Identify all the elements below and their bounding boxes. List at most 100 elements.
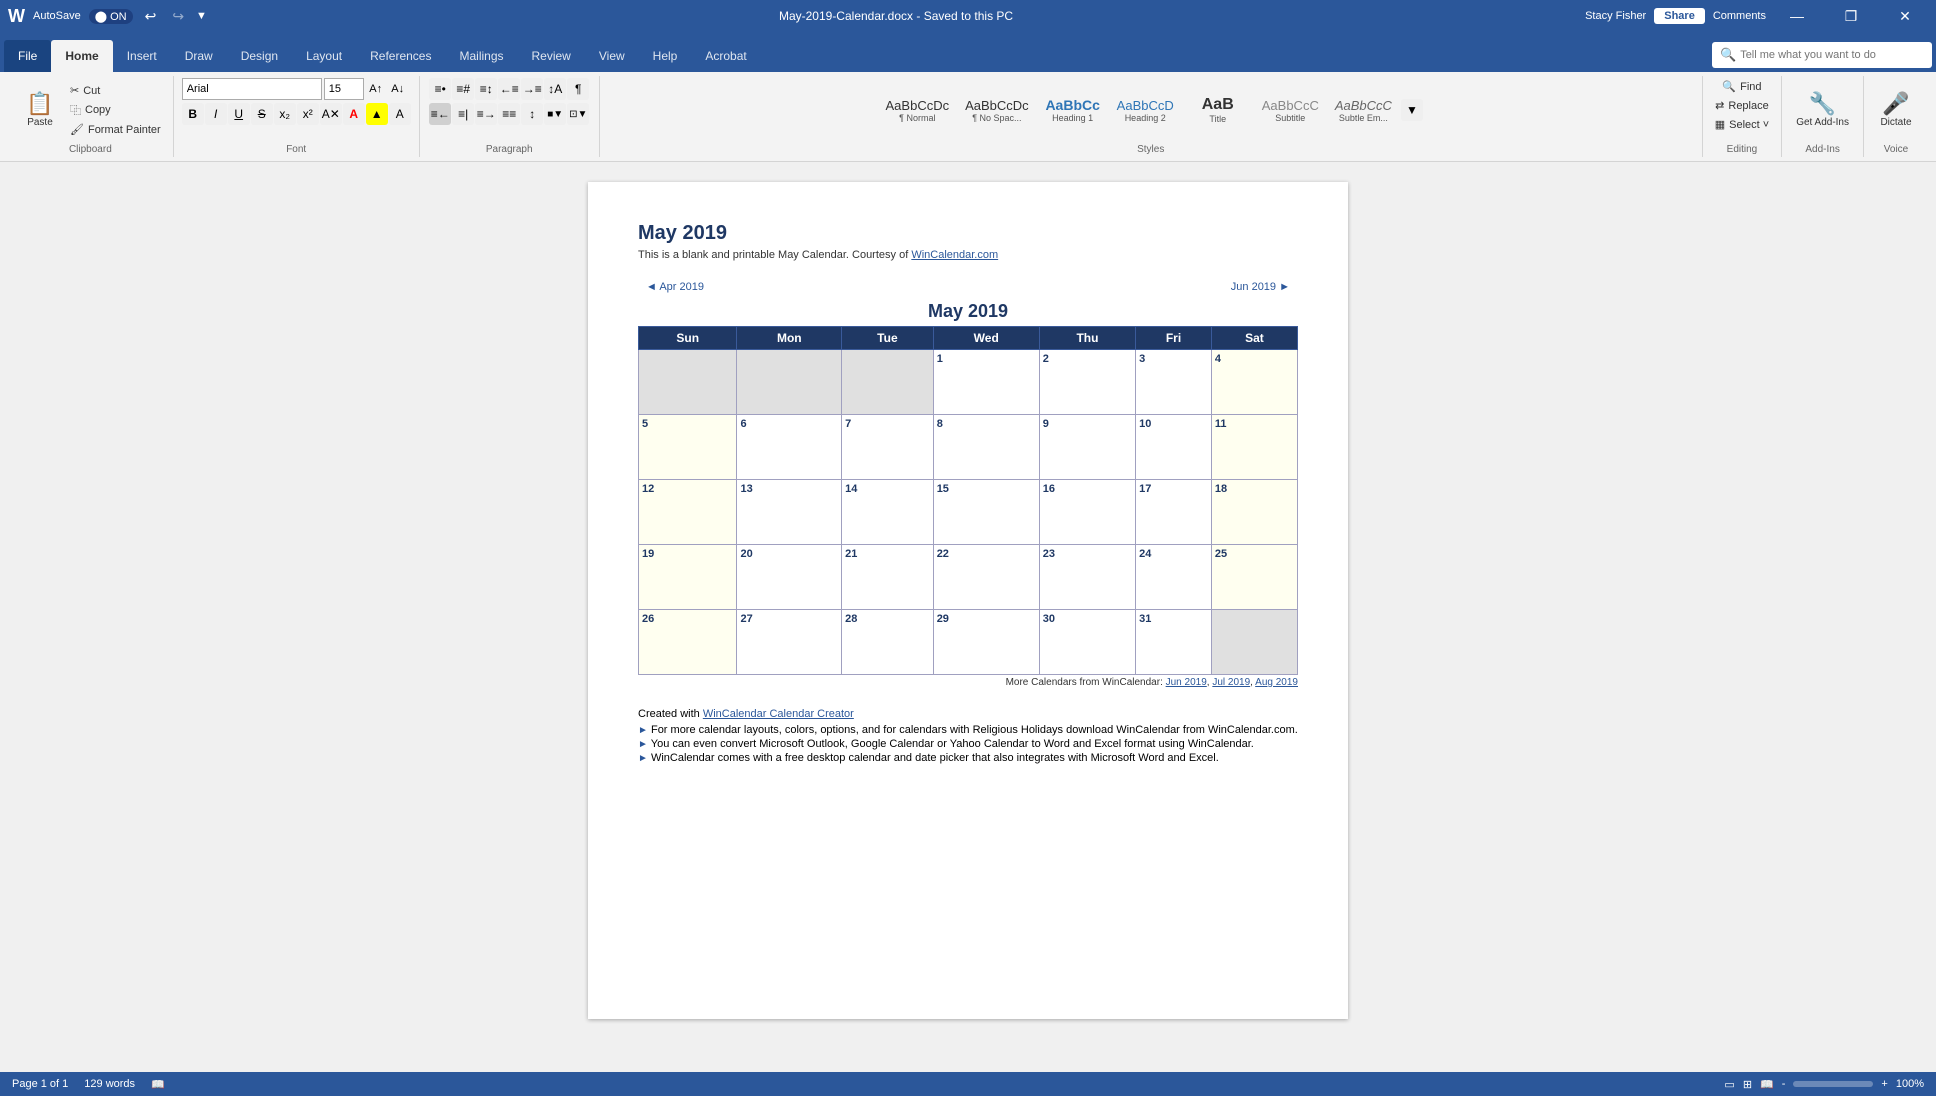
decrease-font-btn[interactable]: A↓ xyxy=(388,78,408,100)
increase-font-btn[interactable]: A↑ xyxy=(366,78,386,100)
clear-format-btn[interactable]: A✕ xyxy=(320,103,342,125)
cal-cell-5-6[interactable]: 31 xyxy=(1136,610,1212,675)
font-size-input[interactable] xyxy=(324,78,364,100)
cal-jul-link[interactable]: Jul 2019 xyxy=(1212,677,1250,688)
border-btn[interactable]: ⊡▼ xyxy=(567,103,589,125)
undo-btn[interactable]: ↩ xyxy=(141,8,161,25)
text-color-btn[interactable]: A xyxy=(343,103,365,125)
cal-cell-1-6[interactable]: 3 xyxy=(1136,350,1212,415)
dictate-button[interactable]: 🎤 Dictate xyxy=(1872,80,1920,140)
cal-cell-1-2[interactable] xyxy=(737,350,842,415)
tab-layout[interactable]: Layout xyxy=(292,40,356,72)
cal-cell-5-7[interactable] xyxy=(1211,610,1297,675)
cal-cell-4-7[interactable]: 25 xyxy=(1211,545,1297,610)
font-color-btn[interactable]: A xyxy=(389,103,411,125)
cal-cell-2-2[interactable]: 6 xyxy=(737,415,842,480)
style-subtleem[interactable]: AaBbCcC Subtle Em... xyxy=(1328,95,1399,126)
cal-cell-4-5[interactable]: 23 xyxy=(1039,545,1135,610)
maximize-btn[interactable]: ❐ xyxy=(1828,0,1874,32)
align-right-btn[interactable]: ≡→ xyxy=(475,103,497,125)
tab-draw[interactable]: Draw xyxy=(171,40,227,72)
cal-cell-1-5[interactable]: 2 xyxy=(1039,350,1135,415)
bold-btn[interactable]: B xyxy=(182,103,204,125)
tab-acrobat[interactable]: Acrobat xyxy=(691,40,760,72)
align-center-btn[interactable]: ≡| xyxy=(452,103,474,125)
decrease-indent-btn[interactable]: ←≡ xyxy=(498,78,520,100)
highlight-btn[interactable]: ▲ xyxy=(366,103,388,125)
cal-cell-5-5[interactable]: 30 xyxy=(1039,610,1135,675)
format-painter-button[interactable]: 🖌 Format Painter xyxy=(66,121,165,138)
zoom-bar[interactable] xyxy=(1793,1081,1873,1087)
autosave-toggle[interactable]: ⬤ ON xyxy=(89,9,133,24)
cal-cell-2-7[interactable]: 11 xyxy=(1211,415,1297,480)
wincal-link[interactable]: WinCalendar Calendar Creator xyxy=(703,708,854,720)
layout-web-btn[interactable]: ⊞ xyxy=(1743,1078,1752,1091)
cal-cell-2-5[interactable]: 9 xyxy=(1039,415,1135,480)
cal-cell-5-4[interactable]: 29 xyxy=(933,610,1039,675)
styles-more-btn[interactable]: ▼ xyxy=(1401,99,1423,121)
subscript-btn[interactable]: x₂ xyxy=(274,103,296,125)
cal-cell-5-1[interactable]: 26 xyxy=(639,610,737,675)
style-subtitle[interactable]: AaBbCcC Subtitle xyxy=(1255,95,1326,126)
close-btn[interactable]: ✕ xyxy=(1882,0,1928,32)
tab-references[interactable]: References xyxy=(356,40,445,72)
increase-indent-btn[interactable]: →≡ xyxy=(521,78,543,100)
cal-cell-2-6[interactable]: 10 xyxy=(1136,415,1212,480)
layout-read-btn[interactable]: 📖 xyxy=(1760,1078,1774,1091)
bullets-btn[interactable]: ≡• xyxy=(429,78,451,100)
cal-cell-3-5[interactable]: 16 xyxy=(1039,480,1135,545)
zoom-in-btn[interactable]: + xyxy=(1881,1078,1887,1090)
superscript-btn[interactable]: x² xyxy=(297,103,319,125)
redo-btn[interactable]: ↪ xyxy=(168,8,188,25)
quick-access-more[interactable]: ▼ xyxy=(196,10,207,22)
cal-cell-4-6[interactable]: 24 xyxy=(1136,545,1212,610)
cal-cell-3-2[interactable]: 13 xyxy=(737,480,842,545)
cal-cell-2-1[interactable]: 5 xyxy=(639,415,737,480)
cal-cell-4-4[interactable]: 22 xyxy=(933,545,1039,610)
cal-cell-5-2[interactable]: 27 xyxy=(737,610,842,675)
multilevel-btn[interactable]: ≡↕ xyxy=(475,78,497,100)
style-h2[interactable]: AaBbCcD Heading 2 xyxy=(1110,95,1181,126)
cal-cell-1-4[interactable]: 1 xyxy=(933,350,1039,415)
line-spacing-btn[interactable]: ↕ xyxy=(521,103,543,125)
style-title[interactable]: AaB Title xyxy=(1183,93,1253,127)
style-h1[interactable]: AaBbCc Heading 1 xyxy=(1038,94,1108,126)
search-container[interactable]: 🔍 xyxy=(1712,42,1932,68)
cal-cell-3-6[interactable]: 17 xyxy=(1136,480,1212,545)
tab-mailings[interactable]: Mailings xyxy=(445,40,517,72)
paste-button[interactable]: 📋 Paste xyxy=(16,80,64,140)
align-left-btn[interactable]: ≡← xyxy=(429,103,451,125)
cal-cell-3-7[interactable]: 18 xyxy=(1211,480,1297,545)
cal-cell-3-3[interactable]: 14 xyxy=(842,480,934,545)
layout-print-btn[interactable]: ▭ xyxy=(1724,1078,1734,1091)
cal-aug-link[interactable]: Aug 2019 xyxy=(1255,677,1298,688)
sort-btn[interactable]: ↕A xyxy=(544,78,566,100)
tab-help[interactable]: Help xyxy=(639,40,692,72)
cal-cell-1-1[interactable] xyxy=(639,350,737,415)
cal-cell-4-2[interactable]: 20 xyxy=(737,545,842,610)
underline-btn[interactable]: U xyxy=(228,103,250,125)
get-addins-button[interactable]: 🔧 Get Add-Ins xyxy=(1790,80,1855,140)
cal-cell-3-4[interactable]: 15 xyxy=(933,480,1039,545)
show-marks-btn[interactable]: ¶ xyxy=(567,78,589,100)
zoom-out-btn[interactable]: - xyxy=(1782,1078,1786,1090)
tab-home[interactable]: Home xyxy=(51,40,112,72)
cal-cell-3-1[interactable]: 12 xyxy=(639,480,737,545)
next-month-link[interactable]: Jun 2019 ► xyxy=(1231,281,1290,293)
tab-view[interactable]: View xyxy=(585,40,639,72)
shading-btn[interactable]: ■▼ xyxy=(544,103,566,125)
share-btn[interactable]: Share xyxy=(1654,8,1705,24)
tab-insert[interactable]: Insert xyxy=(113,40,171,72)
cal-cell-5-3[interactable]: 28 xyxy=(842,610,934,675)
search-input[interactable] xyxy=(1740,49,1920,61)
cal-cell-2-3[interactable]: 7 xyxy=(842,415,934,480)
font-name-input[interactable] xyxy=(182,78,322,100)
cut-button[interactable]: ✂ Cut xyxy=(66,82,165,99)
cal-cell-4-3[interactable]: 21 xyxy=(842,545,934,610)
numbering-btn[interactable]: ≡# xyxy=(452,78,474,100)
cal-cell-1-3[interactable] xyxy=(842,350,934,415)
copy-button[interactable]: ⿻ Copy xyxy=(66,100,165,120)
cal-cell-4-1[interactable]: 19 xyxy=(639,545,737,610)
comments-btn[interactable]: Comments xyxy=(1713,10,1766,22)
tab-file[interactable]: File xyxy=(4,40,51,72)
